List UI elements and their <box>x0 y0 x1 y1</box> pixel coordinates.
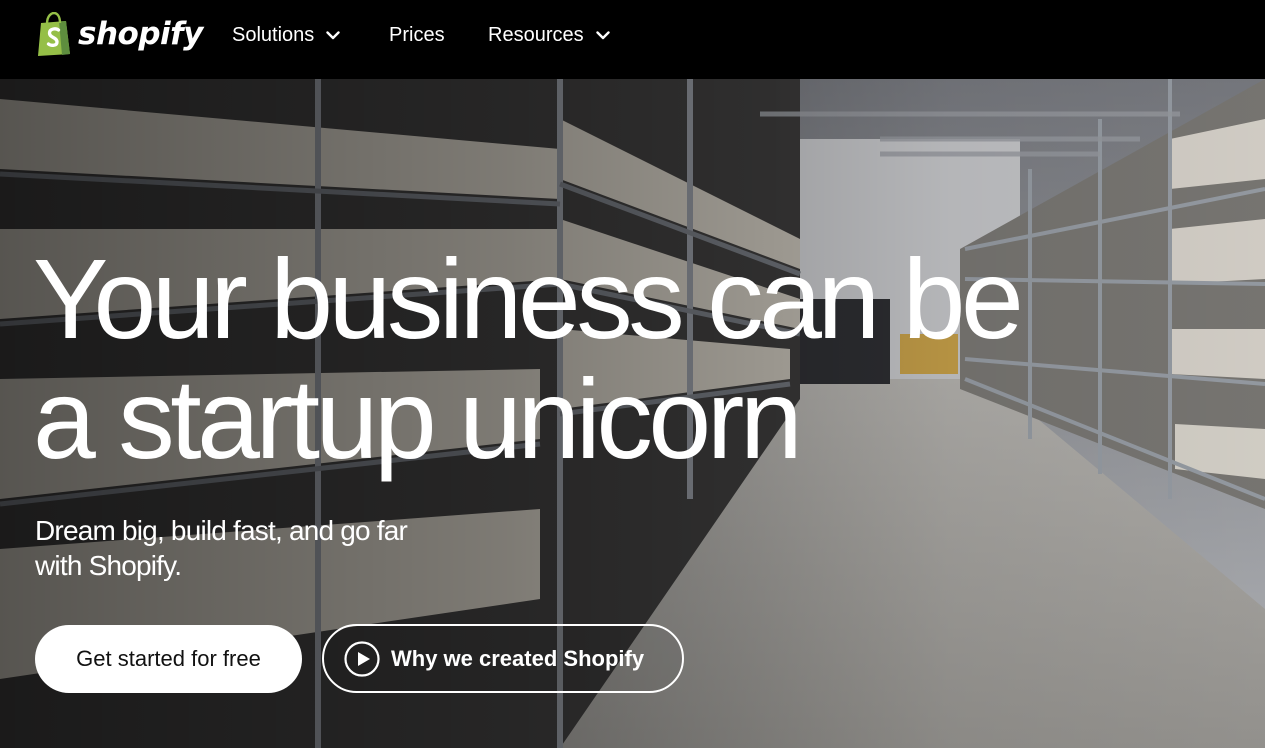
hero-headline: Your business can be a startup unicorn <box>33 239 1083 479</box>
nav-item-solutions[interactable]: Solutions <box>232 22 340 48</box>
chevron-down-icon <box>595 30 610 39</box>
headline-line-2: a startup unicorn <box>33 356 803 482</box>
hero-subtitle: Dream big, build fast, and go far with S… <box>35 515 408 581</box>
shopping-bag-icon <box>38 12 70 56</box>
why-we-created-label: Why we created Shopify <box>391 645 645 671</box>
chevron-down-icon <box>326 30 340 39</box>
why-we-created-shopify-button[interactable]: Why we created Shopify <box>322 624 684 693</box>
nav-item-prices[interactable]: Prices <box>389 22 445 48</box>
top-navigation: shopify Solutions Prices Resources <box>0 0 1265 79</box>
nav-item-label: Solutions <box>232 23 315 46</box>
headline-line-1: Your business can be <box>33 236 1024 362</box>
play-icon <box>344 640 380 677</box>
brand-name: shopify <box>78 15 203 52</box>
hero-section: Your business can be a startup unicorn D… <box>0 79 1265 748</box>
shopify-logo[interactable]: shopify <box>35 12 203 56</box>
nav-item-resources[interactable]: Resources <box>488 22 610 48</box>
nav-item-label: Resources <box>488 23 584 46</box>
nav-item-label: Prices <box>389 23 445 46</box>
get-started-button[interactable]: Get started for free <box>35 625 302 693</box>
get-started-label: Get started for free <box>76 646 261 671</box>
